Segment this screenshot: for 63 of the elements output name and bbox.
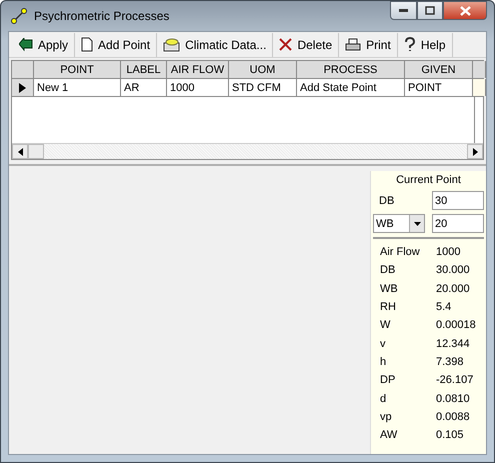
property-value: 1000 [436, 246, 462, 258]
maximize-button[interactable] [417, 1, 443, 20]
property-name: h [380, 356, 388, 368]
horizontal-scrollbar[interactable] [12, 143, 483, 159]
property-name: RH [380, 301, 397, 314]
arrow-icon [19, 38, 33, 52]
wb-input-field[interactable]: 20 [432, 214, 484, 233]
app-icon [10, 7, 28, 25]
close-button[interactable] [443, 1, 487, 20]
property-name: v [380, 338, 386, 350]
property-value: 20.000 [436, 282, 471, 295]
db-input-field[interactable]: 30 [432, 191, 484, 210]
property-value: 0.105 [436, 429, 465, 442]
column-header[interactable]: PROCESS [297, 61, 405, 78]
property-name: DP [380, 374, 396, 386]
field-label: DB [378, 194, 394, 206]
close-icon [460, 6, 470, 16]
property-name: Air Flow [380, 246, 421, 258]
property-value: -26.107 [436, 374, 474, 386]
column-header[interactable]: LABEL [121, 61, 167, 78]
toolbar-button[interactable]: Help [398, 32, 452, 56]
property-dropdown[interactable]: WB [373, 214, 425, 233]
property-value: 0.00018 [436, 319, 477, 332]
property-value: 12.344 [436, 338, 471, 350]
scroll-right-button[interactable] [467, 144, 483, 159]
toolbar-button[interactable]: Climatic Data... [157, 32, 274, 56]
column-header[interactable]: GIVEN [405, 61, 473, 78]
close-icon [279, 38, 292, 51]
maximize-icon [425, 6, 435, 15]
column-header[interactable]: UOM [229, 61, 297, 78]
row-pointer-icon [19, 82, 26, 92]
table-cell: Add State Point [297, 79, 405, 96]
document-icon [81, 37, 94, 52]
property-name: AW [380, 429, 398, 442]
right-arrow-icon [472, 148, 478, 156]
property-value: 0.0810 [436, 392, 471, 405]
column-header[interactable]: AIR FLOW [167, 61, 229, 78]
property-value: 5.4 [436, 301, 452, 314]
toolbar-button[interactable]: Add Point [75, 32, 158, 56]
minimize-icon [399, 8, 408, 12]
question-icon [404, 37, 416, 52]
row-header[interactable] [12, 79, 34, 96]
property-name: W [380, 319, 392, 332]
toolbar-button[interactable]: Apply [13, 32, 76, 56]
table-cell: AR [121, 79, 167, 96]
printer-icon [345, 38, 362, 52]
toolbar-button[interactable]: Delete [273, 32, 340, 56]
column-header[interactable]: POINT [34, 61, 121, 78]
property-name: vp [380, 410, 393, 423]
left-arrow-icon [18, 148, 22, 156]
property-value: 0.0088 [436, 410, 471, 423]
minimize-button[interactable] [390, 1, 417, 20]
property-value: 7.398 [436, 356, 465, 368]
window-title: Psychrometric Processes [34, 9, 170, 23]
property-name: d [380, 392, 388, 405]
property-value: 30.000 [436, 264, 471, 276]
property-name: WB [380, 282, 399, 295]
panel-title: Current Point [395, 174, 462, 186]
toolbar-button[interactable]: Print [339, 32, 398, 56]
scroll-thumb[interactable] [28, 144, 44, 159]
caret-icon [414, 222, 420, 226]
scroll-left-button[interactable] [12, 144, 28, 159]
property-name: DB [380, 264, 396, 276]
